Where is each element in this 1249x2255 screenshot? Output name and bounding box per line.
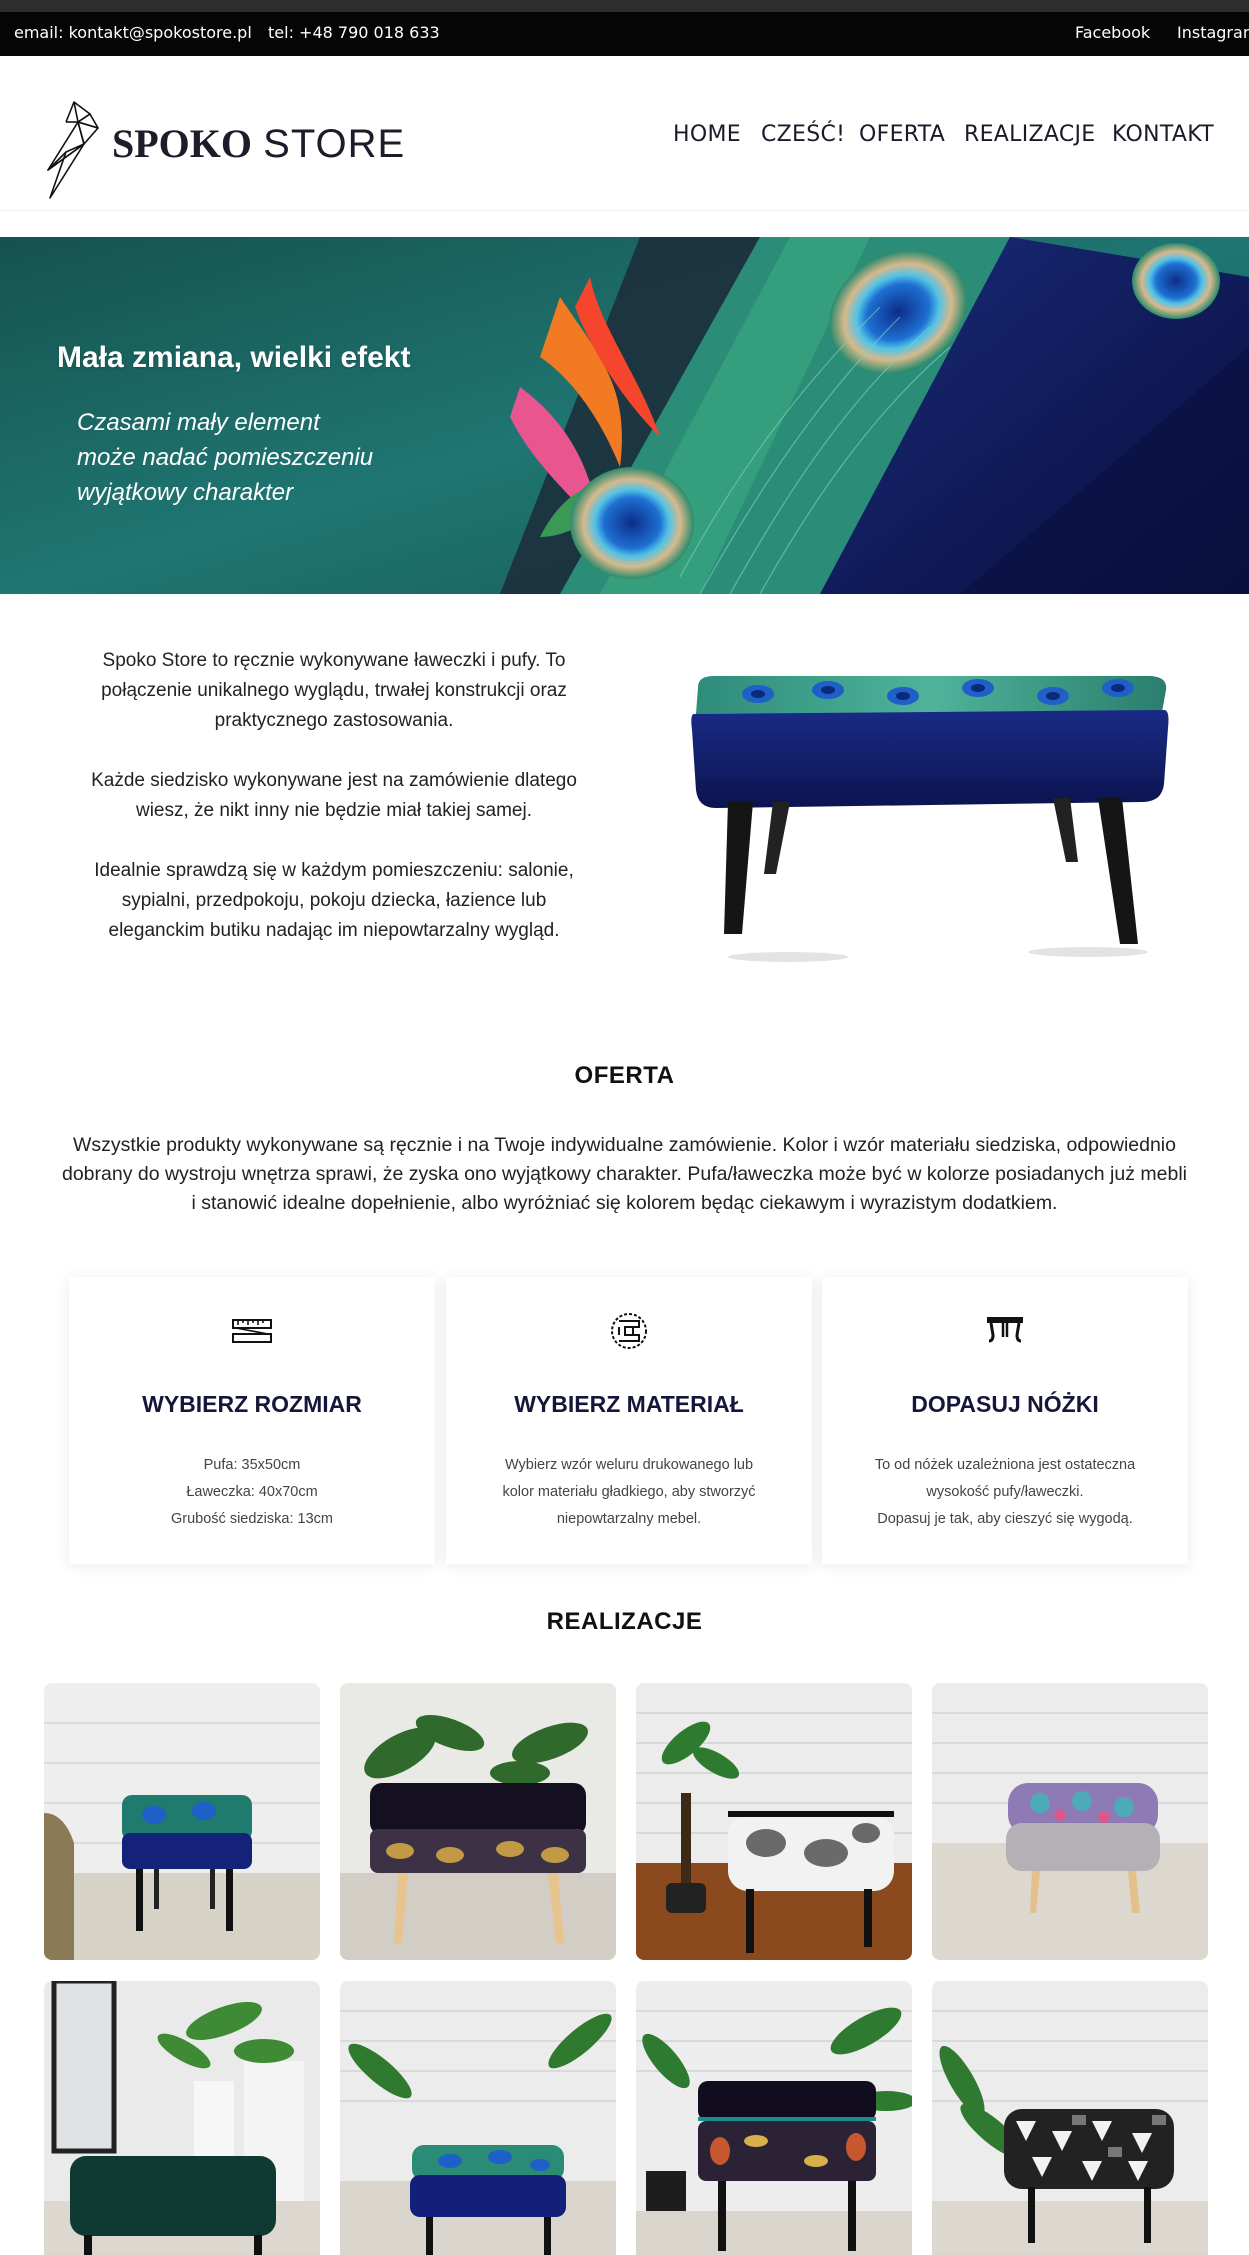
card-line: wysokość pufy/ławeczki. bbox=[926, 1484, 1084, 1500]
furniture-legs-icon bbox=[987, 1317, 1023, 1343]
gallery-photo-peacock-bench[interactable] bbox=[340, 1981, 616, 2255]
gallery-image bbox=[932, 1683, 1208, 1960]
hero-banner: Mała zmiana, wielki efekt Czasami mały e… bbox=[0, 237, 1249, 594]
card-description: Wybierz wzór weluru drukowanego lub kolo… bbox=[476, 1452, 782, 1533]
card-title: WYBIERZ ROZMIAR bbox=[142, 1391, 362, 1417]
facebook-link[interactable]: Facebook bbox=[1075, 23, 1150, 42]
gallery-heading: REALIZACJE bbox=[546, 1608, 703, 1635]
gallery-photo-elephant-pouf[interactable] bbox=[636, 1683, 912, 1960]
contact-email-link[interactable]: email: kontakt@spokostore.pl bbox=[14, 23, 252, 42]
intro-text: Spoko Store to ręcznie wykonywane ławecz… bbox=[78, 646, 590, 976]
logo-wordmark: SPOKO STORE bbox=[112, 121, 406, 166]
top-bar: email: kontakt@spokostore.pl tel: +48 79… bbox=[0, 0, 1249, 56]
card-line: kolor materiału gładkiego, aby stworzyć bbox=[502, 1484, 756, 1500]
ruler-icon bbox=[232, 1319, 272, 1343]
intro-paragraph: Każde siedzisko wykonywane jest na zamów… bbox=[91, 770, 577, 821]
card-description: Pufa: 35x50cm Ławeczka: 40x70cm Grubość … bbox=[99, 1452, 405, 1533]
nav-home[interactable]: HOME bbox=[673, 122, 741, 147]
gallery-photo-mandala-pouf[interactable] bbox=[932, 1683, 1208, 1960]
card-line: Grubość siedziska: 13cm bbox=[171, 1511, 333, 1527]
nav-kontakt[interactable]: KONTAKT bbox=[1112, 122, 1214, 147]
card-line: Pufa: 35x50cm bbox=[203, 1457, 301, 1473]
gallery-photo-floral-bench[interactable] bbox=[340, 1683, 616, 1960]
logo-word-bold: SPOKO bbox=[112, 121, 253, 166]
offer-card-legs: DOPASUJ NÓŻKI To od nóżek uzależniona je… bbox=[822, 1277, 1188, 1564]
card-description: To od nóżek uzależniona jest ostateczna … bbox=[852, 1452, 1158, 1533]
gallery-image bbox=[340, 1683, 616, 1960]
hero-title: Mała zmiana, wielki efekt bbox=[57, 341, 411, 374]
offer-heading: OFERTA bbox=[574, 1062, 675, 1089]
gallery-image bbox=[44, 1981, 320, 2255]
contact-phone-link[interactable]: tel: +48 790 018 633 bbox=[268, 23, 440, 42]
card-line: niepowtarzalny mebel. bbox=[556, 1511, 702, 1527]
offer-card-size: WYBIERZ ROZMIAR Pufa: 35x50cm Ławeczka: … bbox=[69, 1277, 435, 1564]
nav-realizacje[interactable]: REALIZACJE bbox=[964, 122, 1095, 147]
origami-parrot-icon bbox=[47, 101, 99, 199]
offer-card-material: WYBIERZ MATERIAŁ Wybierz wzór weluru dru… bbox=[446, 1277, 812, 1564]
gallery-photo-peacock-pouf[interactable] bbox=[44, 1683, 320, 1960]
gallery-image bbox=[636, 1981, 912, 2255]
card-line: Dopasuj je tak, aby cieszyć się wygodą. bbox=[877, 1511, 1133, 1527]
gallery-photo-floral-dark-bench[interactable] bbox=[636, 1981, 912, 2255]
hero-subtitle-line: wyjątkowy charakter bbox=[77, 479, 294, 506]
gallery-photo-green-bench[interactable] bbox=[44, 1981, 320, 2255]
card-title: DOPASUJ NÓŻKI bbox=[911, 1391, 1099, 1417]
fabric-pattern-icon bbox=[611, 1313, 647, 1349]
instagram-link[interactable]: Instagram bbox=[1177, 23, 1249, 42]
gallery-image bbox=[44, 1683, 320, 1960]
hero-subtitle-line: Czasami mały element bbox=[77, 409, 320, 436]
intro-paragraph: Idealnie sprawdzą się w każdym pomieszcz… bbox=[94, 860, 574, 941]
card-line: Ławeczka: 40x70cm bbox=[186, 1484, 318, 1500]
nav-czesc[interactable]: CZEŚĆ! bbox=[761, 122, 845, 147]
peacock-bench-image bbox=[691, 676, 1169, 962]
gallery-image bbox=[636, 1683, 912, 1960]
card-line: Wybierz wzór weluru drukowanego lub bbox=[504, 1457, 754, 1473]
site-logo[interactable]: SPOKO STORE bbox=[46, 100, 404, 200]
offer-text: Wszystkie produkty wykonywane są ręcznie… bbox=[61, 1134, 1187, 1214]
gallery-image bbox=[932, 1981, 1208, 2255]
hero-subtitle-line: może nadać pomieszczeniu bbox=[77, 444, 374, 471]
gallery-photo-geometric-pouf[interactable] bbox=[932, 1981, 1208, 2255]
card-title: WYBIERZ MATERIAŁ bbox=[514, 1391, 744, 1417]
gallery-image bbox=[340, 1981, 616, 2255]
card-line: To od nóżek uzależniona jest ostateczna bbox=[874, 1457, 1136, 1473]
site-header: SPOKO STORE HOME CZEŚĆ! OFERTA REALIZACJ… bbox=[0, 56, 1249, 211]
nav-oferta[interactable]: OFERTA bbox=[859, 122, 945, 147]
logo-word-light: STORE bbox=[263, 122, 406, 166]
hero-subtitle: Czasami mały element może nadać pomieszc… bbox=[77, 405, 373, 510]
intro-paragraph: Spoko Store to ręcznie wykonywane ławecz… bbox=[101, 650, 567, 731]
